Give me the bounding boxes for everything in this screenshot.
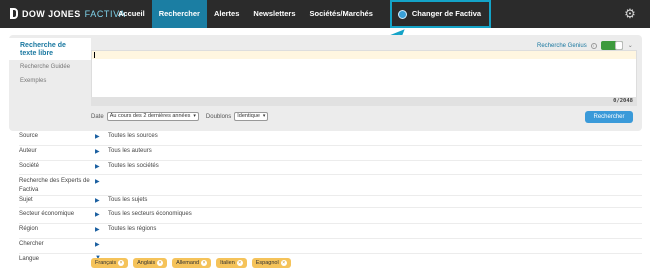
criteria-value: Tous les sujets bbox=[108, 197, 148, 203]
criteria-label: Source bbox=[19, 133, 39, 139]
criteria-label: Secteur économique bbox=[19, 211, 75, 217]
criteria-row-chercher[interactable]: Chercher ▶ bbox=[19, 239, 642, 254]
language-chip[interactable]: Anglais × bbox=[133, 258, 168, 268]
expand-triangle-icon[interactable]: ▶ bbox=[95, 148, 100, 155]
chevron-down-icon[interactable]: ⌄ bbox=[628, 42, 633, 49]
criteria-label: Société bbox=[19, 163, 40, 169]
criteria-label: Auteur bbox=[19, 148, 37, 154]
expand-triangle-icon[interactable]: ▶ bbox=[95, 241, 100, 248]
criteria-value: Tous les auteurs bbox=[108, 148, 152, 154]
main-nav: Accueil Rechercher Alertes Newsletters S… bbox=[111, 0, 492, 28]
expand-triangle-icon[interactable]: ▶ bbox=[95, 133, 100, 140]
search-filters: Date Au cours des 2 dernières années ▾ D… bbox=[91, 112, 275, 121]
duplicates-select[interactable]: Identique ▾ bbox=[234, 112, 269, 121]
criteria-row-secteur[interactable]: Secteur économique ▶ Tous les secteurs é… bbox=[19, 208, 642, 224]
criteria-label: Sujet bbox=[19, 197, 33, 203]
criteria-row-region[interactable]: Région ▶ Toutes les régions bbox=[19, 224, 642, 239]
criteria-value: Tous les secteurs économiques bbox=[108, 211, 192, 217]
active-line-highlight bbox=[92, 51, 636, 59]
search-panel: Recherche de texte libre Recherche Guidé… bbox=[9, 35, 642, 131]
date-label: Date bbox=[91, 113, 104, 120]
nav-accueil[interactable]: Accueil bbox=[111, 0, 152, 28]
expand-triangle-icon[interactable]: ▶ bbox=[95, 197, 100, 204]
duplicates-label: Doublons bbox=[205, 113, 232, 120]
nav-rechercher[interactable]: Rechercher bbox=[151, 0, 207, 28]
date-select-value: Au cours des 2 dernières années bbox=[109, 113, 191, 119]
remove-icon[interactable]: × bbox=[236, 260, 243, 266]
menu-free-text-search[interactable]: Recherche de texte libre bbox=[9, 38, 91, 60]
remove-icon[interactable]: × bbox=[118, 260, 125, 266]
language-chip-label: Anglais bbox=[137, 260, 156, 266]
gear-icon[interactable]: ⚙ bbox=[623, 7, 637, 21]
language-chip[interactable]: Français × bbox=[91, 258, 129, 268]
character-counter: 0/2048 bbox=[91, 97, 637, 106]
dow-jones-logo-icon bbox=[10, 8, 18, 19]
toggle-knob bbox=[614, 41, 623, 50]
criteria-row-auteur[interactable]: Auteur ▶ Tous les auteurs bbox=[19, 146, 642, 161]
criteria-row-sujet[interactable]: Sujet ▶ Tous les sujets bbox=[19, 196, 642, 208]
language-chip-label: Allemand bbox=[176, 260, 200, 266]
remove-icon[interactable]: × bbox=[157, 260, 164, 266]
criteria-label: Région bbox=[19, 226, 39, 232]
genius-search-control: Recherche Genius i ⌄ bbox=[537, 41, 633, 50]
switch-factiva-label: Changer de Factiva bbox=[411, 9, 482, 18]
chevron-down-icon: ▾ bbox=[262, 113, 266, 119]
expand-triangle-icon[interactable]: ▶ bbox=[95, 211, 100, 218]
top-navigation-bar: DOW JONES FACTIVA Accueil Rechercher Ale… bbox=[0, 0, 650, 28]
expand-triangle-icon[interactable]: ▶ bbox=[95, 163, 100, 170]
date-select[interactable]: Au cours des 2 dernières années ▾ bbox=[106, 112, 199, 121]
globe-icon bbox=[397, 9, 407, 19]
nav-newsletters[interactable]: Newsletters bbox=[246, 0, 302, 28]
info-icon[interactable]: i bbox=[590, 42, 597, 49]
language-chip[interactable]: Allemand × bbox=[172, 258, 212, 268]
remove-icon[interactable]: × bbox=[201, 260, 208, 266]
language-chip-label: Espagnol bbox=[255, 260, 279, 266]
language-chip[interactable]: Espagnol × bbox=[251, 258, 291, 268]
criteria-value: Toutes les sources bbox=[108, 133, 158, 139]
language-chip-label: Italien bbox=[220, 260, 235, 266]
criteria-value: Toutes les sociétés bbox=[108, 163, 159, 169]
menu-examples[interactable]: Exemples bbox=[20, 78, 46, 84]
text-caret bbox=[94, 52, 95, 58]
chevron-down-icon: ▾ bbox=[193, 113, 196, 119]
factiva-logo[interactable]: DOW JONES FACTIVA bbox=[10, 8, 126, 19]
brand-name: DOW JONES bbox=[22, 8, 81, 19]
criteria-value: Toutes les régions bbox=[108, 226, 157, 232]
remove-icon[interactable]: × bbox=[280, 260, 287, 266]
criteria-label: Langue bbox=[19, 256, 40, 262]
criteria-row-societe[interactable]: Société ▶ Toutes les sociétés bbox=[19, 161, 642, 175]
duplicates-select-value: Identique bbox=[237, 113, 260, 119]
expand-triangle-icon[interactable]: ▶ bbox=[95, 178, 100, 185]
criteria-label: Recherche des Experts de Factiva bbox=[19, 178, 90, 193]
menu-free-text-label: Recherche de texte libre bbox=[20, 42, 66, 57]
criteria-label: Chercher bbox=[19, 241, 44, 247]
criteria-row-experts[interactable]: Recherche des Experts de Factiva ▶ bbox=[19, 175, 642, 196]
menu-guided-search[interactable]: Recherche Guidée bbox=[20, 64, 70, 70]
nav-alertes[interactable]: Alertes bbox=[207, 0, 246, 28]
language-chips: Français × Anglais × Allemand × Italien … bbox=[91, 258, 296, 268]
criteria-row-source[interactable]: Source ▶ Toutes les sources bbox=[19, 132, 642, 146]
genius-toggle[interactable] bbox=[600, 41, 623, 50]
expand-triangle-icon[interactable]: ▶ bbox=[95, 226, 100, 233]
genius-label: Recherche Genius bbox=[537, 42, 587, 49]
language-chip[interactable]: Italien × bbox=[216, 258, 247, 268]
search-button[interactable]: Rechercher bbox=[585, 111, 633, 123]
language-chip-label: Français bbox=[95, 260, 117, 266]
